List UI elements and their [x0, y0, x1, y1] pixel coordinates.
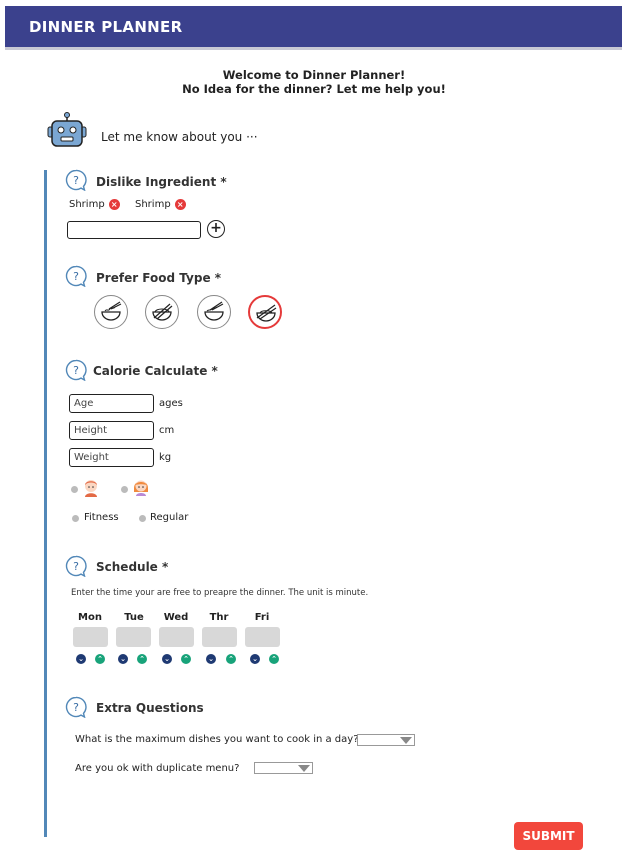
day-label-tue: Tue	[124, 612, 144, 623]
svg-text:?: ?	[73, 270, 79, 283]
section-title-dislike: Dislike Ingredient *	[96, 175, 227, 189]
age-unit-label: ages	[159, 398, 183, 409]
goal-regular-radio[interactable]	[139, 515, 146, 522]
day-label-mon: Mon	[78, 612, 102, 623]
minutes-input-fri[interactable]	[245, 627, 280, 647]
robot-icon	[47, 112, 87, 147]
dropdown-arrow-icon	[400, 737, 412, 744]
increase-thr-icon[interactable]: ⌃	[226, 654, 236, 664]
chip-label: Shrimp	[135, 199, 171, 210]
question-icon: ?	[65, 555, 87, 577]
soup-bowl-icon	[256, 304, 277, 322]
food-option-ramen-bowl[interactable]	[197, 295, 231, 329]
welcome-line-1: Welcome to Dinner Planner!	[222, 68, 406, 82]
ramen-bowl-icon	[204, 301, 224, 321]
svg-text:?: ?	[73, 560, 79, 573]
height-field[interactable]: Height	[69, 421, 154, 440]
app-header: DINNER PLANNER	[5, 6, 622, 50]
minutes-input-wed[interactable]	[159, 627, 194, 647]
rice-bowl-icon	[152, 303, 173, 321]
noodle-bowl-icon	[101, 301, 122, 321]
section-divider-line	[44, 170, 47, 837]
svg-text:?: ?	[73, 364, 79, 377]
ingredient-chip: Shrimp ×	[69, 199, 120, 210]
food-option-noodle-bowl[interactable]	[94, 295, 128, 329]
section-title-extra: Extra Questions	[96, 701, 204, 715]
app-title: DINNER PLANNER	[29, 18, 183, 36]
page: DINNER PLANNER Welcome to Dinner Planner…	[0, 0, 628, 860]
weight-field[interactable]: Weight	[69, 448, 154, 467]
male-avatar-icon	[85, 480, 97, 497]
day-label-wed: Wed	[163, 612, 189, 623]
remove-chip-icon[interactable]: ×	[174, 199, 186, 210]
remove-chip-icon[interactable]: ×	[108, 199, 120, 210]
submit-button[interactable]: SUBMIT	[514, 822, 583, 850]
dropdown-arrow-icon	[298, 765, 310, 772]
day-label-thr: Thr	[209, 612, 229, 623]
increase-wed-icon[interactable]: ⌃	[181, 654, 191, 664]
age-field[interactable]: Age	[69, 394, 154, 413]
decrease-thr-icon[interactable]: ⌄	[206, 654, 216, 664]
question-max-dishes: What is the maximum dishes you want to c…	[75, 734, 359, 745]
decrease-fri-icon[interactable]: ⌄	[250, 654, 260, 664]
gender-female-radio[interactable]	[121, 486, 128, 493]
minutes-input-thr[interactable]	[202, 627, 237, 647]
increase-mon-icon[interactable]: ⌃	[95, 654, 105, 664]
add-ingredient-button[interactable]: +	[207, 220, 225, 238]
weight-unit-label: kg	[159, 452, 172, 463]
question-icon: ?	[65, 696, 87, 718]
decrease-mon-icon[interactable]: ⌄	[76, 654, 86, 664]
female-avatar-icon	[134, 480, 148, 496]
section-title-calorie: Calorie Calculate *	[93, 364, 218, 378]
minutes-input-tue[interactable]	[116, 627, 151, 647]
chip-label: Shrimp	[69, 199, 105, 210]
gender-male-radio[interactable]	[71, 486, 78, 493]
decrease-wed-icon[interactable]: ⌄	[162, 654, 172, 664]
welcome-line-2: No Idea for the dinner? Let me help you!	[182, 82, 446, 96]
schedule-instruction: Enter the time your are free to preapre …	[71, 588, 369, 598]
goal-fitness-radio[interactable]	[72, 515, 79, 522]
question-icon: ?	[65, 359, 87, 381]
bot-prompt: Let me know about you ···	[101, 130, 258, 144]
svg-text:?: ?	[73, 174, 79, 187]
day-label-fri: Fri	[254, 612, 270, 623]
max-dishes-select[interactable]	[357, 734, 415, 746]
food-option-rice-bowl[interactable]	[145, 295, 179, 329]
increase-tue-icon[interactable]: ⌃	[137, 654, 147, 664]
food-option-soup-bowl-selected[interactable]	[248, 295, 282, 329]
increase-fri-icon[interactable]: ⌃	[269, 654, 279, 664]
section-title-food: Prefer Food Type *	[96, 271, 222, 285]
svg-text:?: ?	[73, 701, 79, 714]
duplicate-menu-select[interactable]	[254, 762, 313, 774]
ingredient-chip: Shrimp ×	[135, 199, 186, 210]
section-title-schedule: Schedule *	[96, 560, 169, 574]
ingredient-input[interactable]	[67, 221, 201, 239]
goal-regular-label: Regular	[150, 512, 189, 523]
decrease-tue-icon[interactable]: ⌄	[118, 654, 128, 664]
question-icon: ?	[65, 265, 87, 287]
minutes-input-mon[interactable]	[73, 627, 108, 647]
goal-fitness-label: Fitness	[84, 512, 119, 523]
question-duplicate-menu: Are you ok with duplicate menu?	[75, 763, 240, 774]
height-unit-label: cm	[159, 425, 175, 436]
question-icon: ?	[65, 169, 87, 191]
